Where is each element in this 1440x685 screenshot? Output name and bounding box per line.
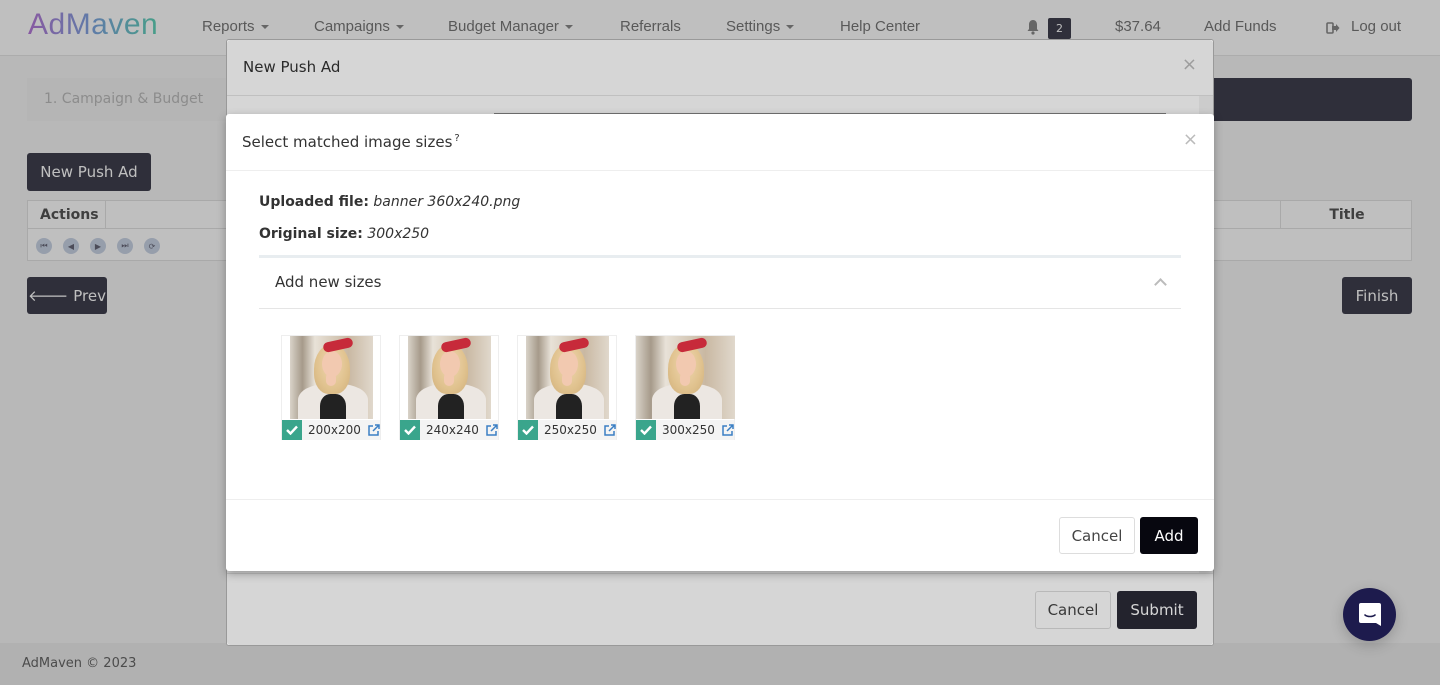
size-label: 200x200 [308,423,361,437]
external-link-icon[interactable] [367,423,380,437]
original-size-row: Original size: 300x250 [259,226,429,242]
checkbox-checked[interactable] [400,420,420,440]
inner-modal-title: Select matched image sizes? [242,133,460,151]
original-size-value: 300x250 [367,226,430,242]
external-link-icon[interactable] [485,423,498,437]
inner-modal-footer: Cancel Add [226,499,1214,571]
panel-title: Add new sizes [275,273,382,291]
uploaded-file-value: banner 360x240.png [373,194,521,210]
uploaded-file-label: Uploaded file: [259,194,369,210]
chat-launcher[interactable] [1343,588,1396,641]
banner-thumbnail [408,336,491,419]
check-icon [286,425,298,435]
chat-icon [1358,602,1381,626]
check-icon [522,425,534,435]
size-thumbnails: 200x200 240x240 250x250 300x250 [281,335,735,440]
banner-thumbnail [290,336,373,419]
external-link-icon[interactable] [603,423,616,437]
banner-thumbnail [526,336,609,419]
banner-thumbnail [636,336,735,419]
chevron-up-icon[interactable] [1154,278,1167,291]
select-sizes-modal: Select matched image sizes? × Uploaded f… [226,114,1214,571]
size-option[interactable]: 250x250 [517,335,617,440]
size-label: 240x240 [426,423,479,437]
add-button[interactable]: Add [1140,517,1198,554]
inner-modal-header: Select matched image sizes? × [226,114,1214,171]
size-option[interactable]: 300x250 [635,335,735,440]
checkbox-checked[interactable] [518,420,538,440]
size-option[interactable]: 200x200 [281,335,381,440]
size-label: 250x250 [544,423,597,437]
check-icon [640,425,652,435]
size-option[interactable]: 240x240 [399,335,499,440]
external-link-icon[interactable] [721,423,734,437]
inner-cancel-button[interactable]: Cancel [1059,517,1135,554]
help-tooltip-icon[interactable]: ? [454,133,459,144]
original-size-label: Original size: [259,226,363,242]
check-icon [404,425,416,435]
checkbox-checked[interactable] [282,420,302,440]
size-label: 300x250 [662,423,715,437]
inner-modal-title-text: Select matched image sizes [242,133,453,151]
uploaded-file-row: Uploaded file: banner 360x240.png [259,194,520,210]
inner-close-icon[interactable]: × [1183,129,1198,150]
checkbox-checked[interactable] [636,420,656,440]
add-new-sizes-panel[interactable]: Add new sizes [259,255,1181,309]
